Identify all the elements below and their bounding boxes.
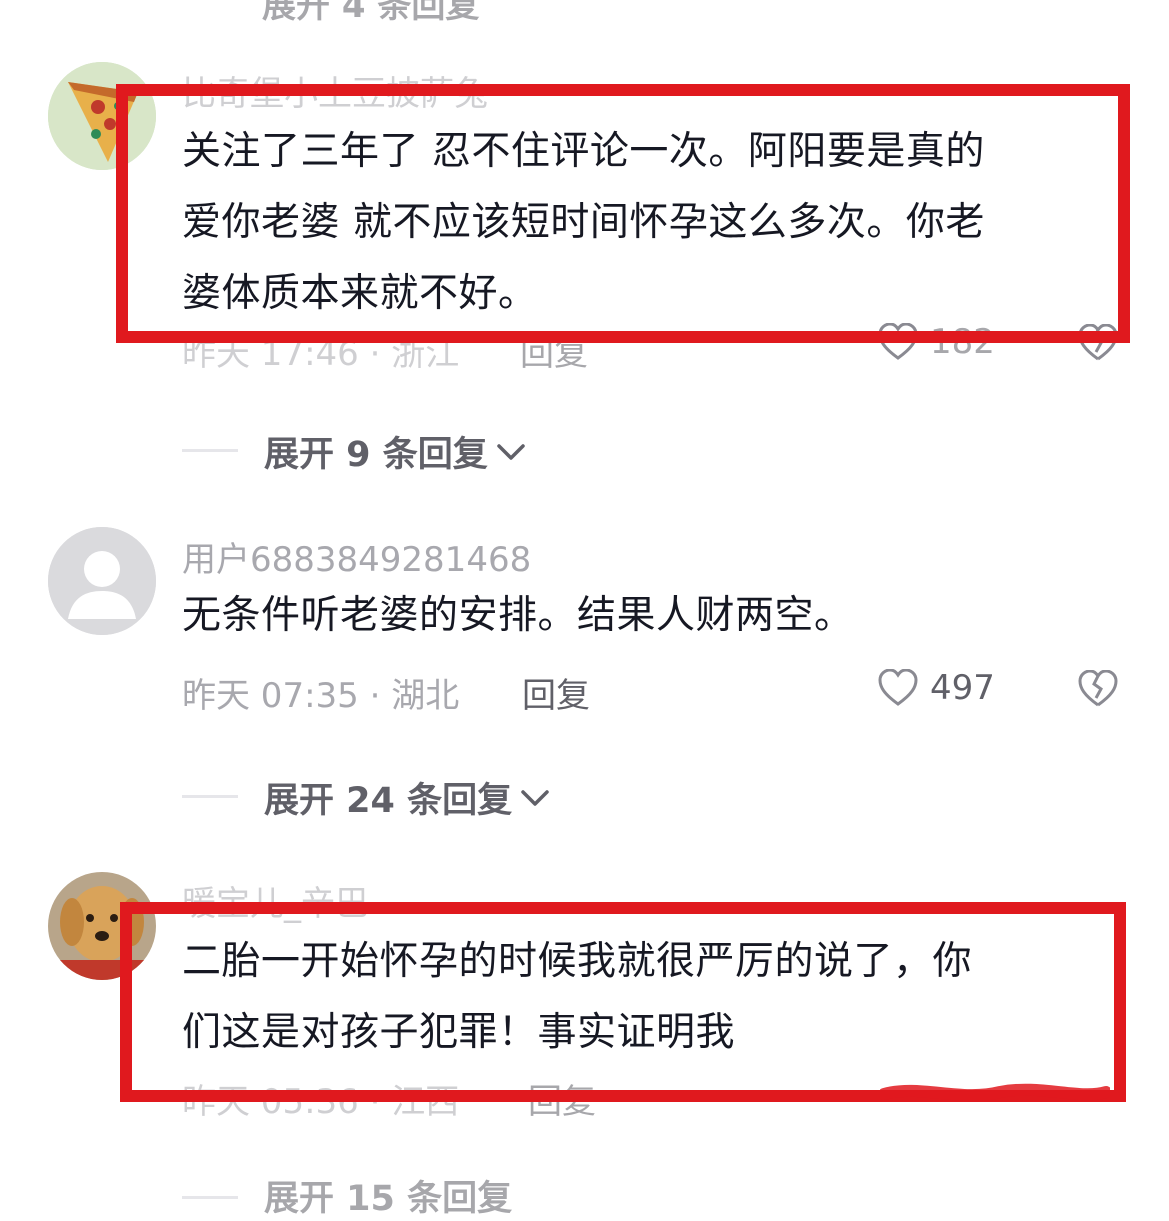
expand-replies-button[interactable]: 展开 15 条回复 bbox=[264, 1170, 512, 1221]
expand-replies-label: 展开 9 条回复 bbox=[264, 435, 488, 475]
comment-username[interactable]: 用户6883849281468 bbox=[182, 532, 531, 581]
expand-divider bbox=[182, 795, 238, 798]
expand-replies-label: 展开 15 条回复 bbox=[264, 1179, 513, 1219]
expand-divider bbox=[182, 1196, 238, 1199]
expand-replies-button[interactable]: 展开 24 条回复 bbox=[264, 772, 552, 823]
expand-divider bbox=[182, 449, 238, 452]
heart-icon bbox=[878, 669, 918, 706]
comment-meta: 昨天 07:35 · 湖北 bbox=[182, 676, 460, 716]
default-avatar-icon bbox=[48, 527, 156, 635]
expand-replies-partial[interactable]: 展开 4 条回复 bbox=[262, 0, 479, 27]
dislike-button[interactable] bbox=[1078, 669, 1118, 712]
like-button[interactable]: 497 bbox=[878, 668, 995, 708]
expand-replies-button[interactable]: 展开 9 条回复 bbox=[264, 426, 528, 477]
comment-content: 无条件听老婆的安排。结果人财两空。 bbox=[182, 580, 854, 651]
avatar[interactable] bbox=[48, 527, 156, 635]
expand-replies-label: 展开 24 条回复 bbox=[264, 781, 513, 821]
chevron-down-icon bbox=[496, 443, 525, 460]
highlight-box bbox=[116, 84, 1130, 343]
dislike-heart-icon bbox=[1078, 669, 1118, 707]
reply-button[interactable]: 回复 bbox=[522, 668, 590, 717]
chevron-down-icon bbox=[521, 789, 549, 806]
red-scribble bbox=[878, 1080, 1112, 1106]
comment-content-line: 无条件听老婆的安排。结果人财两空。 bbox=[182, 593, 854, 638]
like-count: 497 bbox=[930, 668, 995, 708]
highlight-box bbox=[120, 902, 1126, 1102]
